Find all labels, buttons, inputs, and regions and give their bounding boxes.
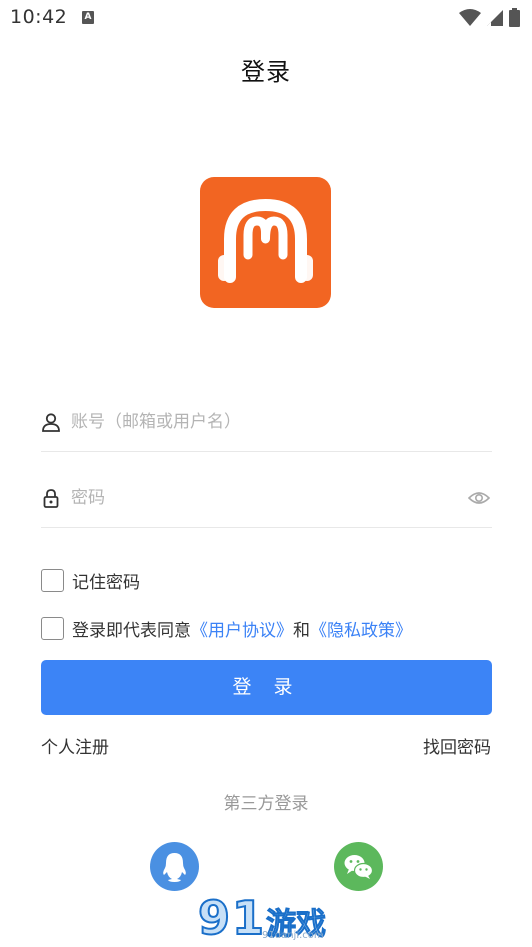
user-agreement-link[interactable]: 《用户协议》 (191, 616, 293, 641)
a-notification-icon: A (82, 11, 94, 24)
account-field (41, 392, 492, 452)
forgot-password-link[interactable]: 找回密码 (423, 733, 491, 758)
status-bar: 10:42 A (0, 0, 532, 36)
wechat-icon (344, 855, 374, 879)
signal-icon (487, 9, 503, 26)
register-link[interactable]: 个人注册 (41, 733, 109, 758)
agreement-prefix: 登录即代表同意 (72, 621, 191, 641)
lock-icon (43, 489, 59, 508)
remember-password-row[interactable]: 记住密码 (41, 568, 140, 593)
battery-icon (509, 8, 520, 27)
third-party-title: 第三方登录 (223, 794, 309, 814)
svg-text:1: 1 (232, 891, 264, 944)
svg-text:9: 9 (198, 891, 230, 944)
eye-icon[interactable] (468, 488, 490, 508)
status-icons (459, 8, 520, 27)
qq-icon (163, 853, 186, 882)
status-time: 10:42 (10, 6, 68, 28)
agreement-checkbox[interactable] (41, 617, 64, 640)
qq-login-button[interactable] (150, 842, 199, 891)
user-icon (42, 413, 60, 432)
watermark-url: 91danji.com (262, 930, 324, 941)
wifi-icon (459, 8, 481, 26)
remember-password-label: 记住密码 (72, 573, 140, 593)
app-logo (200, 177, 331, 308)
agreement-row: 登录即代表同意 《用户协议》 和 《隐私政策》 (41, 616, 412, 641)
login-button[interactable]: 登 录 (41, 660, 492, 715)
account-input[interactable] (71, 406, 451, 438)
wechat-login-button[interactable] (334, 842, 383, 891)
page-title: 登录 (241, 58, 291, 86)
password-field (41, 468, 492, 528)
headphones-logo-icon (218, 198, 313, 283)
password-input[interactable] (71, 482, 451, 514)
agreement-and: 和 (293, 621, 310, 641)
remember-password-checkbox[interactable] (41, 569, 64, 592)
privacy-policy-link[interactable]: 《隐私政策》 (310, 616, 412, 641)
